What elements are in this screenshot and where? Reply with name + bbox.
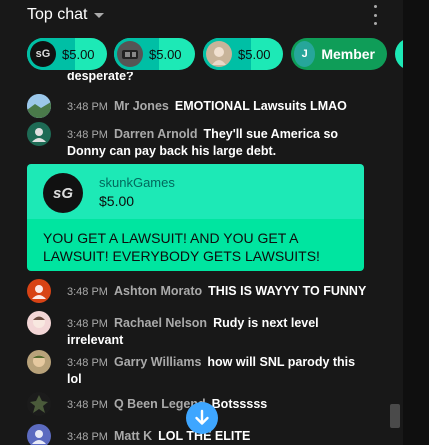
timestamp: 3:48 PM bbox=[67, 399, 108, 411]
superchat-amount: $5.00 bbox=[99, 193, 135, 209]
ticker-member[interactable]: J Member bbox=[291, 38, 387, 70]
ticker-item[interactable]: $5.00 bbox=[203, 38, 283, 70]
more-vert-icon[interactable] bbox=[371, 5, 379, 25]
ticker-bar: sG $5.00 $5.00 $5.00 J Member bbox=[0, 36, 403, 72]
avatar bbox=[117, 41, 143, 67]
live-chat-panel: Top chat sG $5.00 $5.00 $5.00 J Member d… bbox=[0, 0, 403, 445]
timestamp: 3:48 PM bbox=[67, 129, 108, 141]
avatar[interactable] bbox=[27, 424, 51, 445]
author-name[interactable]: Mr Jones bbox=[114, 99, 169, 113]
chevron-down-icon[interactable] bbox=[94, 12, 105, 18]
ticker-item[interactable]: $5.00 bbox=[114, 38, 195, 70]
timestamp: 3:48 PM bbox=[67, 318, 108, 330]
message-text: desperate? bbox=[67, 72, 134, 83]
author-name[interactable]: Garry Williams bbox=[114, 355, 201, 369]
superchat-card[interactable]: sG skunkGames $5.00 YOU GET A LAWSUIT! A… bbox=[27, 164, 364, 271]
author-name[interactable]: Matt K bbox=[114, 429, 152, 443]
side-panel-edge bbox=[403, 0, 429, 445]
avatar bbox=[206, 41, 232, 67]
ticker-amount: $5.00 bbox=[62, 46, 95, 62]
superchat-header: sG skunkGames $5.00 bbox=[27, 164, 364, 219]
ticker-amount: $5.00 bbox=[238, 46, 271, 62]
chat-mode-title[interactable]: Top chat bbox=[27, 6, 87, 24]
ticker-amount: $5.00 bbox=[149, 46, 182, 62]
avatar[interactable] bbox=[27, 122, 51, 146]
timestamp: 3:48 PM bbox=[67, 431, 108, 443]
ticker-item-partial[interactable] bbox=[395, 38, 403, 70]
avatar[interactable] bbox=[27, 279, 51, 303]
message-text: EMOTIONAL Lawsuits LMAO bbox=[174, 99, 347, 113]
author-name[interactable]: Ashton Morato bbox=[114, 284, 202, 298]
avatar[interactable] bbox=[27, 392, 51, 416]
message-text: THIS IS WAYYY TO FUNNY bbox=[208, 284, 367, 298]
scrollbar-thumb[interactable] bbox=[390, 404, 400, 428]
arrow-down-icon bbox=[195, 409, 209, 425]
timestamp: 3:48 PM bbox=[67, 357, 108, 369]
avatar[interactable] bbox=[27, 350, 51, 374]
ticker-label: Member bbox=[321, 46, 375, 62]
chat-header: Top chat bbox=[0, 0, 403, 30]
avatar[interactable] bbox=[27, 94, 51, 118]
jump-to-bottom-button[interactable] bbox=[186, 402, 218, 434]
superchat-message: YOU GET A LAWSUIT! AND YOU GET A LAWSUIT… bbox=[27, 219, 364, 271]
message-text: Botsssss bbox=[211, 397, 268, 411]
chat-list: desperate? 3:48 PM Mr Jones EMOTIONAL Laws… bbox=[0, 72, 403, 445]
author-name[interactable]: Rachael Nelson bbox=[114, 316, 207, 330]
avatar: J bbox=[294, 41, 316, 67]
avatar[interactable] bbox=[27, 311, 51, 335]
timestamp: 3:48 PM bbox=[67, 286, 108, 298]
timestamp: 3:48 PM bbox=[67, 101, 108, 113]
avatar[interactable]: sG bbox=[43, 173, 83, 213]
ticker-item[interactable]: sG $5.00 bbox=[27, 38, 107, 70]
avatar: sG bbox=[30, 41, 56, 67]
superchat-author[interactable]: skunkGames bbox=[99, 175, 175, 190]
author-name[interactable]: Darren Arnold bbox=[114, 127, 198, 141]
message-text: how will SNL parody this lol bbox=[67, 355, 356, 386]
